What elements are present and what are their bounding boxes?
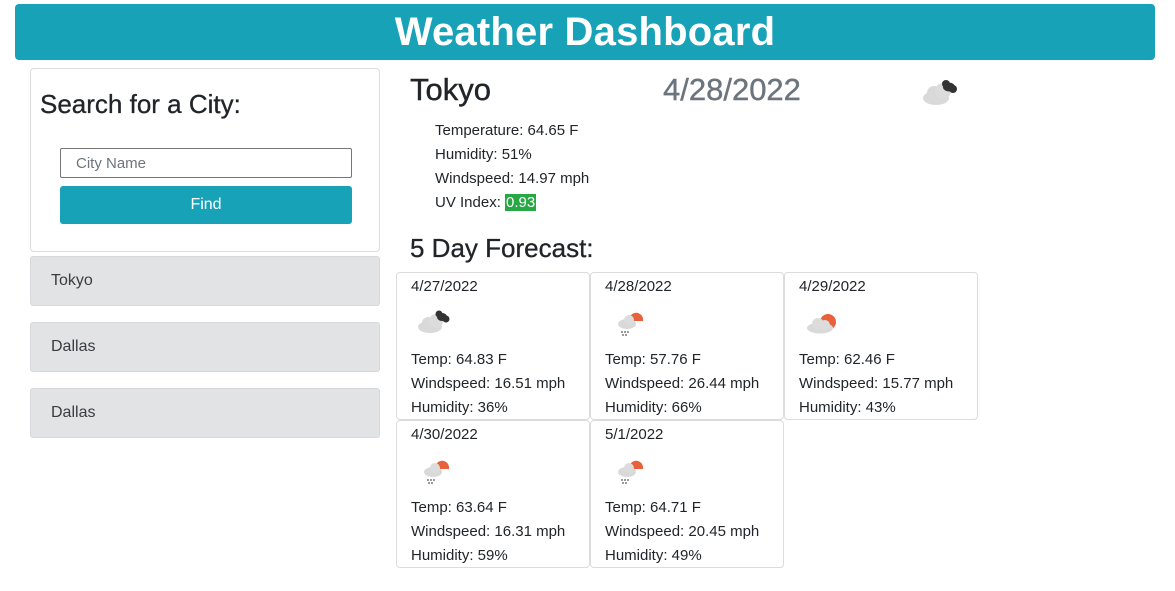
forecast-date: 4/28/2022: [605, 278, 672, 295]
page-header: Weather Dashboard: [15, 4, 1155, 60]
forecast-wind: Windspeed: 16.51 mph: [411, 375, 566, 392]
history-item-tokyo[interactable]: Tokyo: [30, 256, 380, 306]
forecast-date: 4/29/2022: [799, 278, 866, 295]
partly-cloudy-icon: [803, 305, 843, 339]
forecast-wind: Windspeed: 15.77 mph: [799, 375, 954, 392]
forecast-card: 4/29/2022 Temp: 62.46 F Windspeed: 15.77…: [784, 272, 978, 420]
history-item-dallas[interactable]: Dallas: [30, 322, 380, 372]
current-stats: Temperature: 64.65 F Humidity: 51% Winds…: [435, 119, 589, 215]
current-temperature: Temperature: 64.65 F: [435, 119, 589, 143]
history-item-dallas-2[interactable]: Dallas: [30, 388, 380, 438]
forecast-humidity: Humidity: 66%: [605, 399, 702, 416]
forecast-date: 5/1/2022: [605, 426, 664, 443]
current-city-name: Tokyo: [410, 72, 491, 107]
temperature-value: 64.65 F: [527, 122, 579, 139]
current-uv-index: UV Index: 0.93: [435, 191, 589, 215]
forecast-humidity: Humidity: 36%: [411, 399, 508, 416]
city-search-input[interactable]: [60, 148, 352, 178]
uv-index-badge: 0.93: [505, 194, 537, 211]
clouds-icon: [918, 74, 968, 110]
rain-icon: [609, 305, 649, 339]
forecast-title: 5 Day Forecast:: [410, 233, 594, 263]
windspeed-value: 14.97 mph: [518, 170, 590, 187]
uv-label: UV Index:: [435, 194, 506, 211]
forecast-card: 4/30/2022 Temp: 63.64 F Windspeed: 16.31…: [396, 420, 590, 568]
forecast-temp: Temp: 57.76 F: [605, 351, 701, 368]
search-heading: Search for a City:: [40, 89, 241, 119]
humidity-label: Humidity:: [435, 146, 502, 163]
humidity-value: 51%: [501, 146, 532, 163]
clouds-icon: [415, 305, 455, 339]
forecast-temp: Temp: 64.71 F: [605, 499, 701, 516]
rain-icon: [415, 453, 455, 487]
forecast-wind: Windspeed: 16.31 mph: [411, 523, 566, 540]
forecast-humidity: Humidity: 43%: [799, 399, 896, 416]
forecast-wind: Windspeed: 26.44 mph: [605, 375, 760, 392]
forecast-temp: Temp: 64.83 F: [411, 351, 507, 368]
windspeed-label: Windspeed:: [435, 170, 519, 187]
forecast-card: 4/28/2022 Temp: 57.76 F Windspeed: 26.44…: [590, 272, 784, 420]
forecast-temp: Temp: 62.46 F: [799, 351, 895, 368]
find-button[interactable]: Find: [60, 186, 352, 224]
page-title: Weather Dashboard: [394, 9, 776, 54]
forecast-card: 4/27/2022 Temp: 64.83 F Windspeed: 16.51…: [396, 272, 590, 420]
current-humidity: Humidity: 51%: [435, 143, 589, 167]
forecast-temp: Temp: 63.64 F: [411, 499, 507, 516]
current-date: 4/28/2022: [663, 72, 801, 107]
temperature-label: Temperature:: [435, 122, 528, 139]
search-panel: Search for a City: Find: [30, 68, 380, 252]
forecast-humidity: Humidity: 49%: [605, 547, 702, 564]
rain-icon: [609, 453, 649, 487]
forecast-wind: Windspeed: 20.45 mph: [605, 523, 760, 540]
forecast-card: 5/1/2022 Temp: 64.71 F Windspeed: 20.45 …: [590, 420, 784, 568]
forecast-date: 4/30/2022: [411, 426, 478, 443]
forecast-humidity: Humidity: 59%: [411, 547, 508, 564]
forecast-date: 4/27/2022: [411, 278, 478, 295]
current-windspeed: Windspeed: 14.97 mph: [435, 167, 589, 191]
